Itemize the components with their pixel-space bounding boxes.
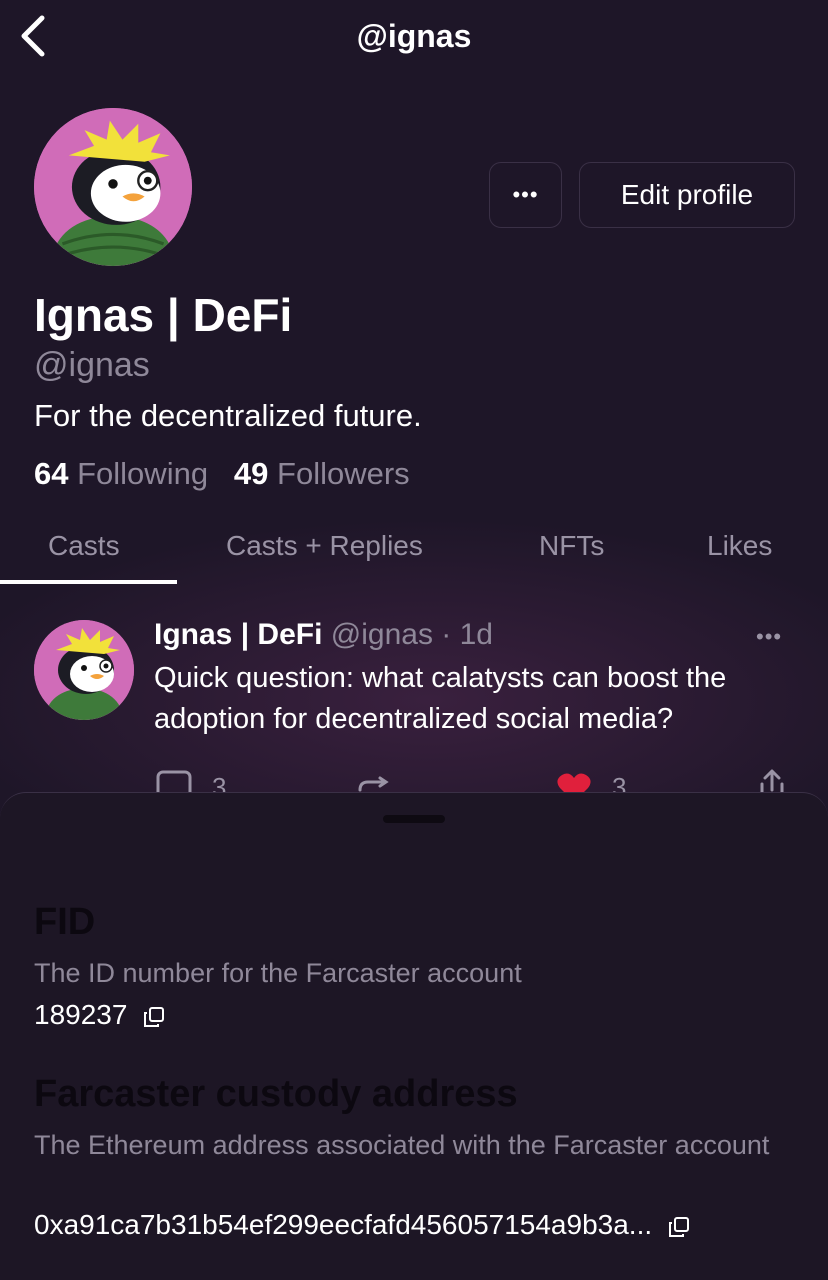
more-dots-icon: ••• <box>512 182 539 207</box>
cast-meta: @ignas · 1d <box>322 618 493 651</box>
fid-description: The ID number for the Farcaster account <box>34 958 522 988</box>
cast-header: Ignas | DeFi @ignas · 1d <box>154 618 493 652</box>
following-link[interactable]: 64 Following <box>34 456 208 491</box>
following-count: 64 <box>34 456 69 491</box>
profile-bio: For the decentralized future. <box>34 398 422 433</box>
followers-count: 49 <box>233 456 269 491</box>
profile-display-name: Ignas | DeFi <box>34 289 293 341</box>
cast-text: Quick question: what calatysts can boost… <box>154 662 727 735</box>
sheet-drag-handle[interactable] <box>383 815 445 823</box>
copy-icon[interactable] <box>143 1006 165 1028</box>
penguin-avatar-image <box>34 620 134 720</box>
fid-row: 189237 <box>34 999 165 1031</box>
profile-more-button[interactable]: ••• <box>489 162 562 228</box>
cast-author-name[interactable]: Ignas | DeFi <box>154 618 322 651</box>
followers-label: Followers <box>277 456 410 491</box>
followers-link[interactable]: 49 Followers <box>234 456 410 491</box>
tab-nfts[interactable]: NFTs <box>539 530 604 562</box>
fid-title: FID <box>34 901 96 943</box>
profile-tabs: Casts Casts + Replies NFTs Likes <box>0 520 828 586</box>
penguin-avatar-image <box>34 108 192 266</box>
copy-icon[interactable] <box>668 1216 690 1238</box>
edit-profile-button[interactable]: Edit profile <box>579 162 795 228</box>
custody-description: The Ethereum address associated with the… <box>34 1130 770 1160</box>
custody-title: Farcaster custody address <box>34 1073 518 1115</box>
custody-address: 0xa91ca7b31b54ef299eecfafd456057154a9b3a… <box>34 1209 653 1240</box>
top-bar: @ignas <box>0 0 828 76</box>
tab-likes[interactable]: Likes <box>707 530 772 562</box>
cast-more-button[interactable]: ••• <box>756 624 782 650</box>
tab-casts[interactable]: Casts <box>48 530 120 562</box>
tab-casts-replies[interactable]: Casts + Replies <box>226 530 423 562</box>
profile-stats: 64 Following 49 Followers <box>34 456 410 492</box>
following-label: Following <box>77 456 209 491</box>
custody-row: 0xa91ca7b31b54ef299eecfafd456057154a9b3a… <box>34 1209 690 1241</box>
cast-author-avatar[interactable] <box>34 620 134 720</box>
page-title: @ignas <box>356 18 472 54</box>
active-tab-indicator <box>0 580 177 584</box>
fid-value: 189237 <box>34 999 128 1030</box>
profile-handle: @ignas <box>34 346 150 384</box>
profile-avatar[interactable] <box>34 108 192 266</box>
account-info-sheet: FID The ID number for the Farcaster acco… <box>0 792 828 1280</box>
